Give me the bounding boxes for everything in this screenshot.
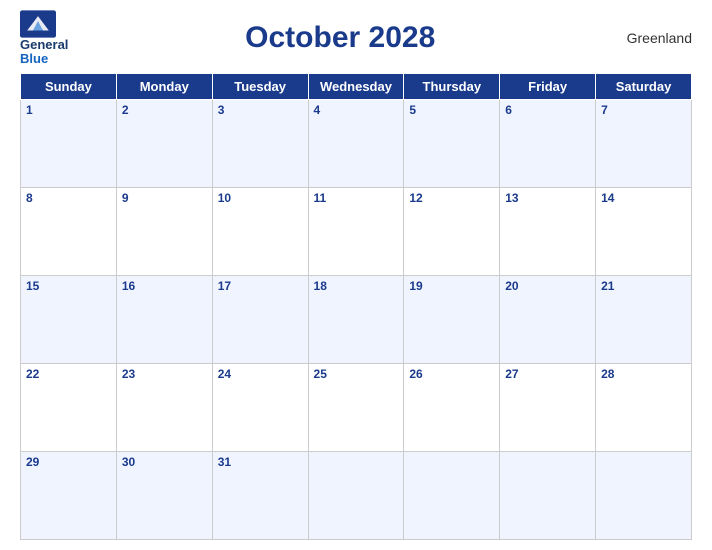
- calendar-cell: 21: [596, 275, 692, 363]
- calendar-cell: 31: [212, 451, 308, 539]
- day-header-thursday: Thursday: [404, 73, 500, 99]
- logo-general: General: [20, 38, 68, 52]
- date-number: 30: [122, 455, 207, 469]
- day-header-wednesday: Wednesday: [308, 73, 404, 99]
- calendar-cell: 7: [596, 99, 692, 187]
- calendar-cell: 24: [212, 363, 308, 451]
- date-number: 18: [314, 279, 399, 293]
- date-number: 9: [122, 191, 207, 205]
- calendar-cell: 3: [212, 99, 308, 187]
- date-number: 17: [218, 279, 303, 293]
- calendar-cell: 5: [404, 99, 500, 187]
- date-number: 23: [122, 367, 207, 381]
- date-number: 15: [26, 279, 111, 293]
- calendar-cell: [308, 451, 404, 539]
- day-header-tuesday: Tuesday: [212, 73, 308, 99]
- calendar-week-2: 89 10 11 12 13 14: [21, 187, 692, 275]
- calendar-week-3: 15 16 17 18 19 20 21: [21, 275, 692, 363]
- calendar-cell: 4: [308, 99, 404, 187]
- calendar-cell: 2: [116, 99, 212, 187]
- calendar-cell: 23: [116, 363, 212, 451]
- calendar-cell: 30: [116, 451, 212, 539]
- calendar-week-1: 1234567: [21, 99, 692, 187]
- date-number: 8: [26, 191, 111, 205]
- calendar-cell: 18: [308, 275, 404, 363]
- calendar-cell: 29: [21, 451, 117, 539]
- calendar-cell: 12: [404, 187, 500, 275]
- calendar-cell: 13: [500, 187, 596, 275]
- date-number: 29: [26, 455, 111, 469]
- calendar-header: General Blue October 2028 Greenland: [20, 10, 692, 67]
- day-header-friday: Friday: [500, 73, 596, 99]
- date-number: 7: [601, 103, 686, 117]
- date-number: 12: [409, 191, 494, 205]
- calendar-cell: 28: [596, 363, 692, 451]
- calendar-cell: 22: [21, 363, 117, 451]
- date-number: 13: [505, 191, 590, 205]
- calendar-cell: 6: [500, 99, 596, 187]
- calendar-week-4: 22 23 24 25 26 27 28: [21, 363, 692, 451]
- day-header-monday: Monday: [116, 73, 212, 99]
- logo-icon: [20, 10, 56, 38]
- calendar-cell: 10: [212, 187, 308, 275]
- calendar-cell: 15: [21, 275, 117, 363]
- calendar-cell: 19: [404, 275, 500, 363]
- date-number: 31: [218, 455, 303, 469]
- date-number: 24: [218, 367, 303, 381]
- calendar-cell: 1: [21, 99, 117, 187]
- calendar-cell: 11: [308, 187, 404, 275]
- logo: General Blue: [20, 10, 68, 67]
- date-number: 21: [601, 279, 686, 293]
- calendar-cell: 17: [212, 275, 308, 363]
- date-number: 1: [26, 103, 111, 117]
- calendar-cell: 26: [404, 363, 500, 451]
- calendar-table: SundayMondayTuesdayWednesdayThursdayFrid…: [20, 73, 692, 540]
- date-number: 14: [601, 191, 686, 205]
- date-number: 3: [218, 103, 303, 117]
- logo-blue: Blue: [20, 52, 68, 66]
- calendar-cell: 9: [116, 187, 212, 275]
- day-header-saturday: Saturday: [596, 73, 692, 99]
- calendar-cell: [404, 451, 500, 539]
- calendar-cell: 25: [308, 363, 404, 451]
- date-number: 19: [409, 279, 494, 293]
- date-number: 4: [314, 103, 399, 117]
- date-number: 22: [26, 367, 111, 381]
- date-number: 16: [122, 279, 207, 293]
- date-number: 5: [409, 103, 494, 117]
- calendar-cell: [500, 451, 596, 539]
- calendar-cell: 16: [116, 275, 212, 363]
- date-number: 6: [505, 103, 590, 117]
- date-number: 26: [409, 367, 494, 381]
- day-headers-row: SundayMondayTuesdayWednesdayThursdayFrid…: [21, 73, 692, 99]
- calendar-cell: 27: [500, 363, 596, 451]
- day-header-sunday: Sunday: [21, 73, 117, 99]
- calendar-cell: 14: [596, 187, 692, 275]
- date-number: 28: [601, 367, 686, 381]
- calendar-week-5: 29 30 31: [21, 451, 692, 539]
- date-number: 20: [505, 279, 590, 293]
- month-title: October 2028: [68, 21, 612, 55]
- calendar-cell: 8: [21, 187, 117, 275]
- date-number: 27: [505, 367, 590, 381]
- date-number: 10: [218, 191, 303, 205]
- date-number: 11: [314, 191, 399, 205]
- calendar-cell: 20: [500, 275, 596, 363]
- region-label: Greenland: [612, 30, 692, 46]
- date-number: 2: [122, 103, 207, 117]
- date-number: 25: [314, 367, 399, 381]
- calendar-cell: [596, 451, 692, 539]
